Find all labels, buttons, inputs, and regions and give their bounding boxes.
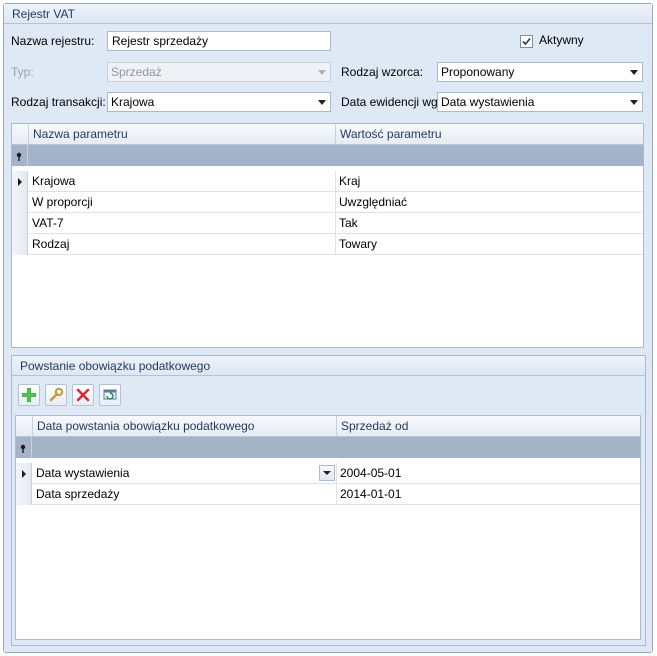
nazwa-rejestru-input[interactable]: Rejestr sprzedaży [107,31,331,51]
edit-button[interactable] [45,384,67,406]
pin-icon [20,444,26,453]
data-ewidencji-combo[interactable]: Data wystawienia [437,92,643,112]
rodzaj-wzorca-value: Proponowany [441,65,515,79]
cell-nazwa: Krajowa [32,174,76,188]
delete-button[interactable] [72,384,94,406]
current-row-arrow-icon [18,178,22,186]
refresh-icon [103,389,117,400]
chevron-down-icon[interactable] [630,70,638,75]
tax-section-title: Powstanie obowiązku podatkowego [12,356,645,376]
wrench-icon [49,387,64,402]
nazwa-rejestru-label: Nazwa rejestru: [11,34,95,48]
typ-value: Sprzedaż [111,65,162,79]
chevron-down-icon[interactable] [630,100,638,105]
cell-nazwa: VAT-7 [32,216,64,230]
column-header-wartosc[interactable]: Wartość parametru [335,124,643,144]
cell-sprzedaz-od: 2014-01-01 [340,487,402,501]
delete-icon [76,388,90,402]
filter-row-indicator [12,145,28,166]
data-ewidencji-value: Data wystawienia [441,95,535,109]
typ-combo: Sprzedaż [107,62,331,82]
cell-wartosc: Tak [339,216,358,230]
cell-wartosc: Kraj [339,174,361,188]
parameters-grid[interactable]: Nazwa parametru Wartość parametru Krajow… [11,123,644,348]
filter-row-indicator [16,437,32,458]
chevron-down-icon [323,471,331,475]
aktywny-label: Aktywny [539,33,584,47]
column-header-data-powstania[interactable]: Data powstania obowiązku podatkowego [32,416,336,436]
cell-nazwa: W proporcji [32,195,93,209]
rodzaj-wzorca-label: Rodzaj wzorca: [341,65,424,79]
data-ewidencji-label: Data ewidencji wg: [341,95,442,109]
tax-grid-header: Data powstania obowiązku podatkowego Spr… [16,416,640,437]
add-icon [22,388,36,402]
panel-title: Rejestr VAT [4,4,652,24]
typ-label: Typ: [11,65,34,79]
rodzaj-transakcji-label: Rodzaj transakcji: [11,95,106,109]
column-header-sprzedaz-od[interactable]: Sprzedaż od [336,416,640,436]
refresh-button[interactable] [99,384,121,406]
pin-icon [16,152,22,161]
chevron-down-icon [318,70,326,75]
add-button[interactable] [18,384,40,406]
rodzaj-transakcji-combo[interactable]: Krajowa [107,92,331,112]
column-divider [336,463,337,505]
cell-wartosc: Towary [339,237,378,251]
aktywny-checkbox[interactable] [520,35,533,48]
column-header-nazwa[interactable]: Nazwa parametru [28,124,335,144]
checkmark-icon [522,37,531,46]
cell-sprzedaz-od: 2004-05-01 [340,466,402,480]
cell-data-powstania[interactable]: Data wystawienia [32,463,336,483]
filter-row[interactable] [16,437,640,458]
cell-nazwa: Rodzaj [32,237,70,251]
row-dropdown-button[interactable] [319,465,335,481]
parameters-grid-header: Nazwa parametru Wartość parametru [12,124,643,145]
current-row-arrow-icon [22,470,26,478]
column-divider [335,171,336,255]
chevron-down-icon[interactable] [318,100,326,105]
cell-wartosc: Uwzględniać [339,195,408,209]
cell-data-powstania: Data sprzedaży [36,487,120,501]
rodzaj-transakcji-value: Krajowa [111,95,155,109]
tax-obligation-grid[interactable]: Data powstania obowiązku podatkowego Spr… [15,415,641,640]
filter-row[interactable] [12,145,643,166]
rodzaj-wzorca-combo[interactable]: Proponowany [437,62,643,82]
